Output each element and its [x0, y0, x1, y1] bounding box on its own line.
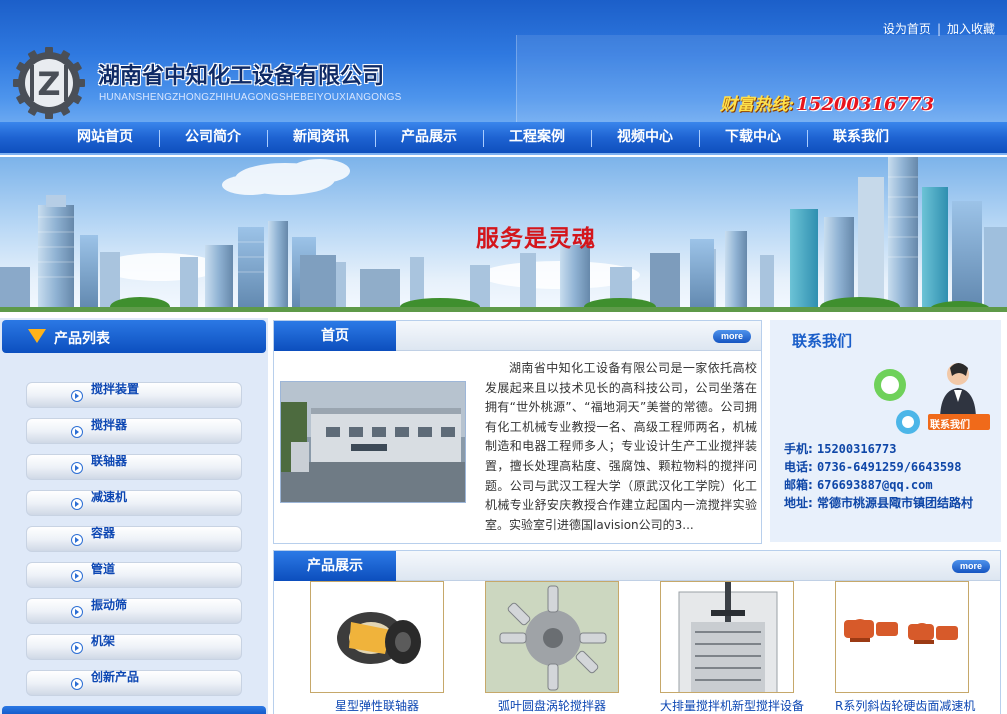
arrow-bullet-icon	[71, 498, 83, 510]
sidebar-item-label: 机架	[91, 634, 116, 648]
intro-panel: 首页 more 湖南省中知化工设备有限公司是一家依托高校发展起来且以技术见长的高…	[273, 320, 762, 544]
sidebar-title-bar: 产品列表	[2, 320, 266, 353]
sidebar-item-label: 减速机	[91, 490, 128, 504]
hero-banner: 服务是灵魂	[0, 157, 1007, 312]
intro-tabbar: 首页 more	[274, 321, 761, 351]
arrow-bullet-icon	[71, 678, 83, 690]
product-card[interactable]: 弧叶圆盘涡轮搅拌器	[485, 581, 619, 714]
nav-item-video[interactable]: 视频中心	[591, 122, 699, 155]
products-panel: 产品展示 more 星型弹性联轴器 弧叶圆盘涡轮搅拌器 大排量搅拌机新型搅拌设备…	[273, 550, 1001, 714]
sidebar-item-reducer[interactable]: 减速机	[26, 490, 242, 516]
product-caption[interactable]: R系列斜齿轮硬齿面减速机	[835, 697, 975, 714]
nav-item-about[interactable]: 公司简介	[159, 122, 267, 155]
contact-phone-row: 电话: 0736-6491259/6643598	[784, 458, 998, 476]
product-caption[interactable]: 星型弹性联轴器	[310, 697, 444, 714]
arrow-bullet-icon	[71, 606, 83, 618]
contact-phone-value: 0736-6491259/6643598	[817, 460, 962, 474]
sidebar-item-label: 搅拌器	[91, 418, 128, 432]
hotline: 财富热线: 15200316773	[720, 90, 934, 115]
contact-phone-label: 电话:	[784, 460, 813, 474]
products-more-button[interactable]: more	[952, 560, 990, 573]
top-links: 设为首页 | 加入收藏	[883, 20, 995, 37]
contact-mobile-row: 手机: 15200316773	[784, 440, 998, 458]
sidebar-item-innovative-products[interactable]: 创新产品	[26, 670, 242, 696]
turbine-image[interactable]	[485, 581, 619, 693]
contact-info-list: 手机: 15200316773 电话: 0736-6491259/6643598…	[784, 440, 998, 512]
sidebar-item-label: 容器	[91, 526, 116, 540]
nav-item-download[interactable]: 下载中心	[699, 122, 807, 155]
tank-image[interactable]	[660, 581, 794, 693]
nav-item-news[interactable]: 新闻资讯	[267, 122, 375, 155]
intro-tab[interactable]: 首页	[274, 321, 396, 351]
contact-address-row: 地址: 常德市桃源县陬市镇团结路村	[784, 494, 998, 512]
sidebar-item-vibrating-screen[interactable]: 振动筛	[26, 598, 242, 624]
contact-mobile-value: 15200316773	[817, 442, 897, 456]
hotline-label: 财富热线:	[720, 95, 795, 115]
contact-email-value[interactable]: 676693887@qq.com	[817, 478, 933, 492]
product-caption[interactable]: 弧叶圆盘涡轮搅拌器	[485, 697, 619, 714]
sidebar-item-vessel[interactable]: 容器	[26, 526, 242, 552]
sidebar-item-pipe[interactable]: 管道	[26, 562, 242, 588]
product-list-sidebar: 产品列表 搅拌装置 搅拌器 联轴器 减速机 容器 管道 振动筛 机架 创新产品	[0, 318, 268, 714]
contact-badge: 联系我们	[930, 420, 970, 431]
sidebar-item-label: 管道	[91, 562, 116, 576]
sidebar-item-label: 振动筛	[91, 598, 128, 612]
nav-item-home[interactable]: 网站首页	[51, 122, 159, 155]
site-header: 设为首页 | 加入收藏 Z 湖南省中知化工设备有限公司 HUNANSHENGZHON…	[0, 0, 1007, 122]
sidebar-item-frame[interactable]: 机架	[26, 634, 242, 660]
sidebar-title: 产品列表	[54, 331, 110, 347]
arrow-bullet-icon	[71, 390, 83, 402]
arrow-bullet-icon	[71, 462, 83, 474]
banner-slogan: 服务是灵魂	[476, 225, 596, 252]
reducer-image[interactable]	[835, 581, 969, 693]
triangle-icon	[28, 329, 46, 343]
contact-address-value: 常德市桃源县陬市镇团结路村	[817, 496, 974, 510]
contact-email-label: 邮箱:	[784, 478, 813, 492]
arrow-bullet-icon	[71, 642, 83, 654]
add-favorite-link[interactable]: 加入收藏	[947, 22, 995, 36]
coupling-image[interactable]	[310, 581, 444, 693]
set-homepage-link[interactable]: 设为首页	[883, 22, 931, 36]
product-card[interactable]: 星型弹性联轴器	[310, 581, 444, 714]
company-logo-icon: Z	[13, 47, 85, 119]
arrow-bullet-icon	[71, 426, 83, 438]
contact-title: 联系我们	[792, 332, 853, 350]
factory-photo	[280, 381, 466, 503]
sidebar-item-label: 联轴器	[91, 454, 128, 468]
intro-more-button[interactable]: more	[713, 330, 751, 343]
main-nav: 网站首页 公司简介 新闻资讯 产品展示 工程案例 视频中心 下载中心 联系我们	[0, 122, 1007, 155]
contact-email-row: 邮箱: 676693887@qq.com	[784, 476, 998, 494]
company-pinyin: HUNANSHENGZHONGZHIHUAGONGSHEBEIYOUXIANGO…	[99, 92, 402, 103]
nav-item-products[interactable]: 产品展示	[375, 122, 483, 155]
sidebar-item-label: 创新产品	[91, 670, 140, 684]
sidebar-next-title-bar	[2, 706, 266, 714]
products-tab[interactable]: 产品展示	[274, 551, 396, 581]
arrow-bullet-icon	[71, 570, 83, 582]
product-card[interactable]: 大排量搅拌机新型搅拌设备	[660, 581, 804, 714]
contact-mobile-label: 手机:	[784, 442, 813, 456]
factory-image	[281, 382, 465, 502]
svg-text:Z: Z	[37, 65, 60, 103]
sidebar-item-coupling[interactable]: 联轴器	[26, 454, 242, 480]
company-name: 湖南省中知化工设备有限公司	[98, 63, 385, 89]
top-links-separator: |	[936, 22, 941, 36]
contact-address-label: 地址:	[784, 496, 813, 510]
sidebar-item-label: 搅拌装置	[91, 382, 140, 396]
sidebar-item-agitator[interactable]: 搅拌器	[26, 418, 242, 444]
arrow-bullet-icon	[71, 534, 83, 546]
hotline-number: 15200316773	[796, 94, 935, 115]
product-card[interactable]: R系列斜齿轮硬齿面减速机	[835, 581, 975, 714]
contact-panel: 联系我们 联系我们 手机: 15200316773 电话: 0736-64912…	[770, 320, 1001, 542]
nav-item-contact[interactable]: 联系我们	[807, 122, 915, 155]
product-caption[interactable]: 大排量搅拌机新型搅拌设备	[660, 697, 804, 714]
intro-text: 湖南省中知化工设备有限公司是一家依托高校发展起来且以技术见长的高科技公司，公司坐…	[485, 361, 757, 532]
sidebar-item-mixing-device[interactable]: 搅拌装置	[26, 382, 242, 408]
nav-item-cases[interactable]: 工程案例	[483, 122, 591, 155]
products-tabbar: 产品展示 more	[274, 551, 1000, 581]
